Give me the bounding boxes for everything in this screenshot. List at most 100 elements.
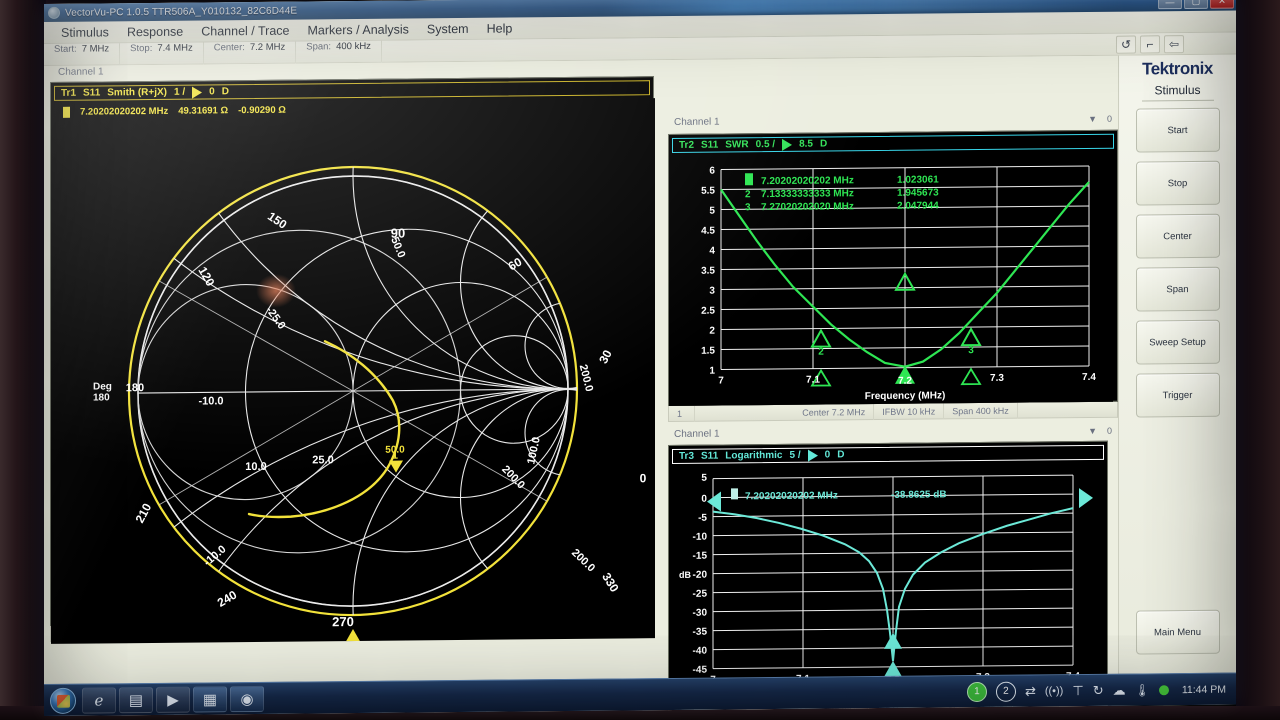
- menu-system[interactable]: System: [418, 19, 478, 38]
- sidebar-button-start[interactable]: Start: [1135, 107, 1220, 153]
- marker-1-icon: [63, 106, 70, 118]
- tray-channel-1-icon[interactable]: 1: [966, 681, 987, 702]
- sidebar-button-main-menu[interactable]: Main Menu: [1135, 609, 1220, 655]
- swr-trace-suffix: D: [819, 138, 828, 150]
- sidebar-title: Stimulus: [1141, 82, 1214, 102]
- smith-trace-scale: 1 /: [174, 86, 186, 98]
- smith-trace-suffix: D: [221, 86, 229, 98]
- sync-icon[interactable]: ⇄: [1025, 683, 1036, 699]
- taskbar-clock[interactable]: 11:44 PM: [1178, 683, 1226, 695]
- center-value: 7.2 MHz: [249, 41, 286, 53]
- chevron-down-icon[interactable]: ▼: [1088, 425, 1097, 435]
- bezel-right: [1236, 0, 1280, 720]
- span-field[interactable]: Span: 400 kHz: [296, 40, 382, 64]
- measurement-area: Channel 1 Tr1 S11 Smith (R+jX) 1 / 0 D 7…: [44, 55, 1118, 716]
- close-button[interactable]: ✕: [1210, 0, 1234, 9]
- start-button-icon[interactable]: [50, 687, 76, 714]
- log-ytick-n10: -10: [693, 532, 708, 543]
- smith-imp-10: 10.0: [245, 461, 266, 473]
- stimulus-sidebar: Tektronix Stimulus Start Stop Center Spa…: [1118, 54, 1236, 674]
- internet-explorer-icon[interactable]: ℯ: [82, 686, 116, 714]
- svg-text:2: 2: [818, 347, 824, 358]
- media-player-icon[interactable]: ▶: [156, 686, 190, 713]
- logmag-graph[interactable]: 5 0 -5 -10 -15 -20 -25 -30 -35 -40 -45 d…: [669, 462, 1103, 700]
- swr-marker3-id: 3: [745, 202, 751, 213]
- maximize-button[interactable]: ▢: [1184, 0, 1208, 10]
- log-ytick-n5: -5: [698, 513, 707, 524]
- swr-channel-controls: ▼ 0: [1088, 113, 1112, 123]
- start-label: Start:: [54, 43, 77, 55]
- back-arrow-icon[interactable]: ⇦: [1164, 35, 1184, 54]
- stop-frequency-field[interactable]: Stop: 7.4 MHz: [120, 41, 204, 65]
- sidebar-button-center[interactable]: Center: [1135, 213, 1220, 259]
- swr-xtick-71: 7.1: [806, 375, 820, 386]
- swr-trace-param: S11: [701, 139, 719, 151]
- sidebar-button-span[interactable]: Span: [1135, 266, 1220, 312]
- chevron-down-icon[interactable]: ▼: [1088, 113, 1097, 123]
- swr-ytick-6: 6: [709, 166, 715, 177]
- smith-trace-header[interactable]: Tr1 S11 Smith (R+jX) 1 / 0 D: [54, 80, 650, 101]
- menu-help[interactable]: Help: [478, 19, 522, 37]
- smith-marker-freq: 7.20202020202 MHz: [80, 105, 169, 118]
- vectorvu-icon[interactable]: ◉: [230, 685, 264, 712]
- swr-graph[interactable]: 6 5.5 5 4.5 4 3.5 3 2.5 2 1.5 1 2 3 7 7.…: [669, 151, 1113, 407]
- menu-stimulus[interactable]: Stimulus: [52, 23, 118, 42]
- bezel-left: [0, 0, 46, 720]
- sidebar-button-stop[interactable]: Stop: [1135, 160, 1220, 206]
- cloud-icon[interactable]: ☁: [1113, 682, 1126, 698]
- smith-chart-graphic[interactable]: 1 90 60 30 0 330 300 270 240 210: [51, 98, 655, 644]
- smith-imp-neg25: -25.0: [263, 304, 287, 331]
- swr-marker2-freq: 7.13333333333 MHz: [761, 188, 854, 200]
- swr-xaxis-label: Frequency (MHz): [865, 390, 946, 402]
- tektronix-logo: Tektronix: [1142, 57, 1213, 84]
- thermometer-icon[interactable]: 🌡: [1135, 683, 1150, 697]
- swr-status-ifbw: IFBW 10 kHz: [874, 402, 945, 420]
- antenna-icon[interactable]: ⊤: [1072, 683, 1083, 699]
- refresh-icon[interactable]: ↻: [1093, 682, 1104, 698]
- logmag-trace-param: S11: [701, 450, 719, 462]
- calculator-icon[interactable]: ▦: [193, 685, 227, 713]
- span-label: Span:: [306, 40, 332, 52]
- log-ytick-0: 0: [701, 494, 707, 505]
- window-icon[interactable]: ⌐: [1140, 35, 1160, 54]
- swr-ytick-15: 1.5: [701, 346, 715, 357]
- menu-response[interactable]: Response: [118, 22, 192, 41]
- sidebar-button-sweep-setup[interactable]: Sweep Setup: [1135, 319, 1220, 365]
- smith-angle-120: 150: [265, 209, 290, 232]
- smith-trace-param: S11: [83, 87, 101, 99]
- swr-trace-header[interactable]: Tr2 S11 SWR 0.5 / 8.5 D: [672, 133, 1114, 153]
- window-controls: — ▢ ✕: [1158, 0, 1234, 10]
- swr-marker2-id: 2: [745, 189, 751, 200]
- log-marker-triangle: [884, 632, 902, 649]
- swr-channel-label: Channel 1: [674, 116, 720, 128]
- log-ytick-n45: -45: [693, 665, 708, 676]
- brand-text: Tektronix: [1142, 58, 1213, 79]
- span-value: 400 kHz: [336, 40, 371, 52]
- logmag-trace-ref: 0: [824, 449, 831, 461]
- svg-text:3: 3: [968, 345, 974, 356]
- swr-marker1-freq: 7.20202020202 MHz: [761, 175, 854, 187]
- undo-icon[interactable]: ↺: [1116, 35, 1136, 54]
- tray-channel-2-icon[interactable]: 2: [995, 681, 1016, 702]
- swr-trace-ref: 8.5: [799, 138, 813, 150]
- play-triangle-icon: [782, 138, 793, 151]
- center-frequency-field[interactable]: Center: 7.2 MHz: [203, 41, 297, 64]
- logmag-marker-readout: 7.20202020202 MHz -38.8625 dB: [731, 488, 947, 502]
- minimize-button[interactable]: —: [1158, 0, 1182, 10]
- swr-status-span: Span 400 kHz: [944, 402, 1018, 419]
- logmag-channel-controls: ▼ 0: [1088, 425, 1112, 435]
- menu-channel-trace[interactable]: Channel / Trace: [192, 21, 298, 40]
- menu-markers-analysis[interactable]: Markers / Analysis: [298, 20, 417, 39]
- swr-ytick-3: 3: [709, 286, 715, 297]
- start-frequency-field[interactable]: Start: 7 MHz: [44, 42, 121, 66]
- vectorvu-application-window: VectorVu-PC 1.0.5 TTR506A_Y010132_82C6D4…: [44, 0, 1236, 716]
- notepad-icon[interactable]: ▤: [119, 686, 153, 713]
- swr-trace-format: SWR: [725, 139, 749, 151]
- smith-sweep-marker: [345, 629, 361, 644]
- sidebar-button-trigger[interactable]: Trigger: [1135, 372, 1220, 418]
- logmag-trace-header[interactable]: Tr3 S11 Logarithmic 5 / 0 D: [672, 444, 1104, 464]
- swr-status-channel: 1: [669, 405, 695, 422]
- wireless-icon[interactable]: ((•)): [1045, 685, 1064, 697]
- logmag-trace-suffix: D: [837, 449, 845, 461]
- smith-imp-50b: 50.0: [385, 445, 405, 456]
